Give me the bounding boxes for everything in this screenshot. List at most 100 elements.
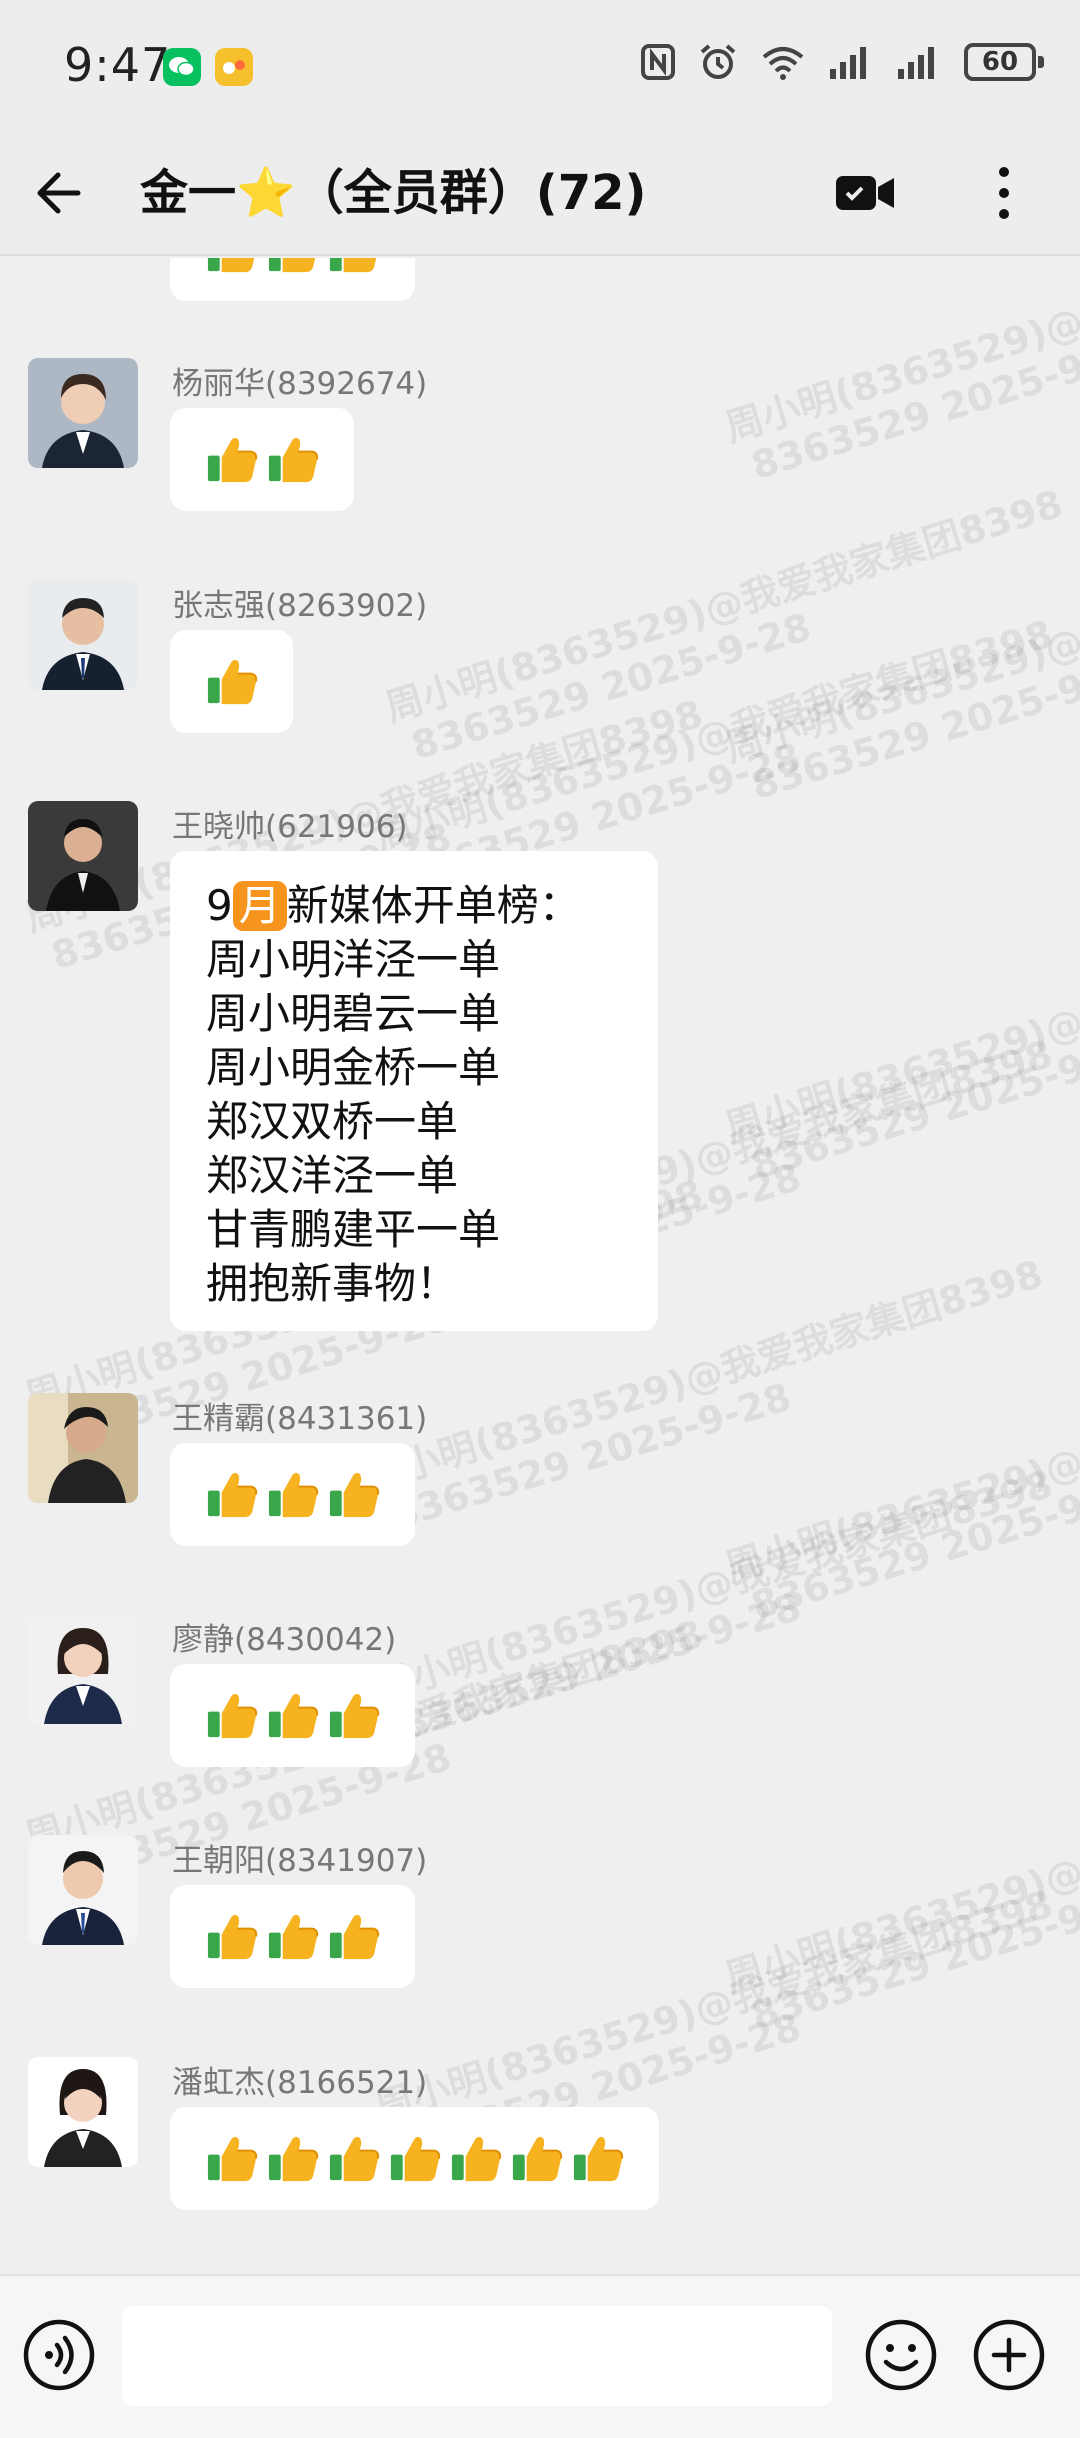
thumbs-up-icon <box>329 1472 380 1518</box>
battery-icon: 60 <box>964 43 1044 81</box>
watermark-text: 周小明(8363529)@我爱我家集团83988363529 2025-9-28 <box>370 1462 1070 1752</box>
video-call-button[interactable] <box>832 160 898 226</box>
thumbs-up-icon <box>329 2136 380 2182</box>
avatar[interactable] <box>28 1614 138 1724</box>
thumbs-row <box>170 1885 415 1988</box>
sender-name: 王精霸(8431361) <box>172 1401 428 1437</box>
watermark-line: 8363529 2025-9-28 <box>396 1584 806 1749</box>
thumbs-up-icon <box>207 1693 258 1739</box>
avatar[interactable] <box>28 2057 138 2167</box>
watermark-line: 周小明(8363529)@我爱我家集团8398 <box>370 611 1058 861</box>
message-bubble[interactable] <box>170 1443 415 1546</box>
thumbs-up-icon <box>329 258 377 273</box>
thumbs-up-icon <box>329 1914 380 1960</box>
thumbs-up-icon <box>451 2136 502 2182</box>
sender-name: 张志强(8263902) <box>172 588 428 624</box>
sender-name: 王晓帅(621906) <box>172 809 408 845</box>
thumbs-up-icon <box>390 2136 441 2182</box>
thumbs-row <box>170 1664 415 1767</box>
status-bar: 9:47 60 <box>0 0 1080 130</box>
voice-icon <box>23 2319 95 2391</box>
watermark-line: 8363529 2025-9-28 <box>746 1024 1080 1189</box>
watermark-line: 周小明(8363529)@我爱我家集团8398 <box>380 481 1068 731</box>
thumbs-up-icon <box>207 2136 258 2182</box>
input-bar <box>0 2274 1080 2438</box>
wechat-app-icon <box>163 48 201 86</box>
video-camera-icon <box>836 176 894 210</box>
message-text-first-line: 新媒体开单榜： <box>286 881 581 930</box>
thumbs-up-icon <box>268 437 319 483</box>
thumbs-up-icon <box>268 258 316 273</box>
message-text-body: 周小明洋泾一单 周小明碧云一单 周小明金桥一单 郑汉双桥一单 郑汉洋泾一单 甘青… <box>206 935 501 1308</box>
back-button[interactable] <box>26 160 92 226</box>
chat-messages[interactable]: 周小明(8363529)@我爱我家集团8398 8363529 2025-9-28… <box>0 258 1080 2274</box>
voice-input-button[interactable] <box>22 2318 96 2392</box>
message-input[interactable] <box>122 2306 832 2406</box>
watermark-line: 周小明(8363529)@我爱我家集团8398 <box>720 1751 1080 2001</box>
thumbs-up-icon <box>512 2136 563 2182</box>
avatar[interactable] <box>28 1393 138 1503</box>
thumbs-row <box>170 630 293 733</box>
avatar[interactable] <box>28 801 138 911</box>
wifi-icon <box>762 47 804 80</box>
sender-name: 王朝阳(8341907) <box>172 1843 428 1879</box>
thumbs-row <box>170 408 354 511</box>
message-bubble[interactable]: 9 月新媒体开单榜： 周小明洋泾一单 周小明碧云一单 周小明金桥一单 郑汉双桥一单… <box>170 851 658 1331</box>
sender-name: 潘虹杰(8166521) <box>172 2065 428 2101</box>
plus-circle-icon <box>973 2319 1045 2391</box>
message-text-prefix: 9 <box>206 881 233 930</box>
avatar[interactable] <box>28 1835 138 1945</box>
thumbs-up-icon <box>268 1693 319 1739</box>
watermark-line: 8363529 2025-9-28 <box>746 324 1080 489</box>
more-options-button[interactable] <box>976 160 1032 226</box>
message-text: 9 月新媒体开单榜： 周小明洋泾一单 周小明碧云一单 周小明金桥一单 郑汉双桥一单… <box>170 851 658 1339</box>
message-bubble[interactable] <box>170 408 354 511</box>
thumbs-up-icon <box>207 1914 258 1960</box>
watermark-line: 8363529 2025-9-28 <box>746 1874 1080 2039</box>
more-vertical-icon <box>999 167 1009 219</box>
alarm-icon <box>700 44 736 79</box>
thumbs-up-icon <box>268 1914 319 1960</box>
watermark-line: 8363529 2025-9-28 <box>406 604 816 769</box>
message-bubble[interactable] <box>170 1664 415 1767</box>
watermark-line: 周小明(8363529)@我爱我家集团8398 <box>370 1881 1058 2131</box>
thumbs-up-icon <box>207 437 258 483</box>
back-arrow-icon <box>37 172 81 214</box>
thumbs-row <box>170 2107 659 2210</box>
signal-icon <box>898 47 934 79</box>
watermark-line: 周小明(8363529)@我爱我家集团8398 <box>720 521 1080 771</box>
watermark-text: 周小明(8363529)@我爱我家集团83988363529 2025-9-28 <box>720 258 1080 492</box>
emoji-button[interactable] <box>864 2318 938 2392</box>
thumbs-row <box>170 258 415 301</box>
watermark-line: 周小明(8363529)@我爱我家集团8398 <box>720 1341 1080 1591</box>
watermark-line: 周小明(8363529)@我爱我家集团8398 <box>370 1461 1058 1711</box>
watermark-line: 8363529 2025-9-28 <box>746 1464 1080 1629</box>
sender-name: 廖静(8430042) <box>172 1622 397 1658</box>
message-bubble[interactable] <box>170 630 293 733</box>
watermark-text: 周小明(8363529)@我爱我家集团83988363529 2025-9-28 <box>720 902 1080 1192</box>
message-bubble[interactable] <box>170 1885 415 1988</box>
battery-level: 60 <box>981 47 1019 77</box>
thumbs-up-icon <box>268 2136 319 2182</box>
thumbs-up-icon <box>329 1693 380 1739</box>
avatar[interactable] <box>28 580 138 690</box>
message-bubble[interactable] <box>170 258 415 301</box>
month-badge: 月 <box>232 881 287 931</box>
thumbs-row <box>170 1443 415 1546</box>
avatar[interactable] <box>28 358 138 468</box>
watermark-line: 周小明(8363529)@我爱我家集团8398 <box>720 901 1080 1151</box>
status-icons: 60 <box>640 42 1044 82</box>
page-title: 金一⭐（全员群）(72) <box>140 165 647 221</box>
watermark-text: 周小明(8363529)@我爱我家集团83988363529 2025-9-28 <box>720 1342 1080 1632</box>
thumbs-up-icon <box>207 1472 258 1518</box>
watermark-line: 8363529 2025-9-28 <box>746 644 1080 809</box>
emoji-icon <box>865 2319 937 2391</box>
nfc-icon <box>641 44 675 80</box>
status-time: 9:47 <box>64 38 172 92</box>
notification-app-icon <box>215 48 253 86</box>
watermark-text: 周小明(8363529)@我爱我家集团83988363529 2025-9-28 <box>380 482 1080 772</box>
thumbs-up-icon <box>207 258 255 273</box>
more-actions-button[interactable] <box>972 2318 1046 2392</box>
message-bubble[interactable] <box>170 2107 659 2210</box>
chat-header: 金一⭐（全员群）(72) <box>0 130 1080 256</box>
